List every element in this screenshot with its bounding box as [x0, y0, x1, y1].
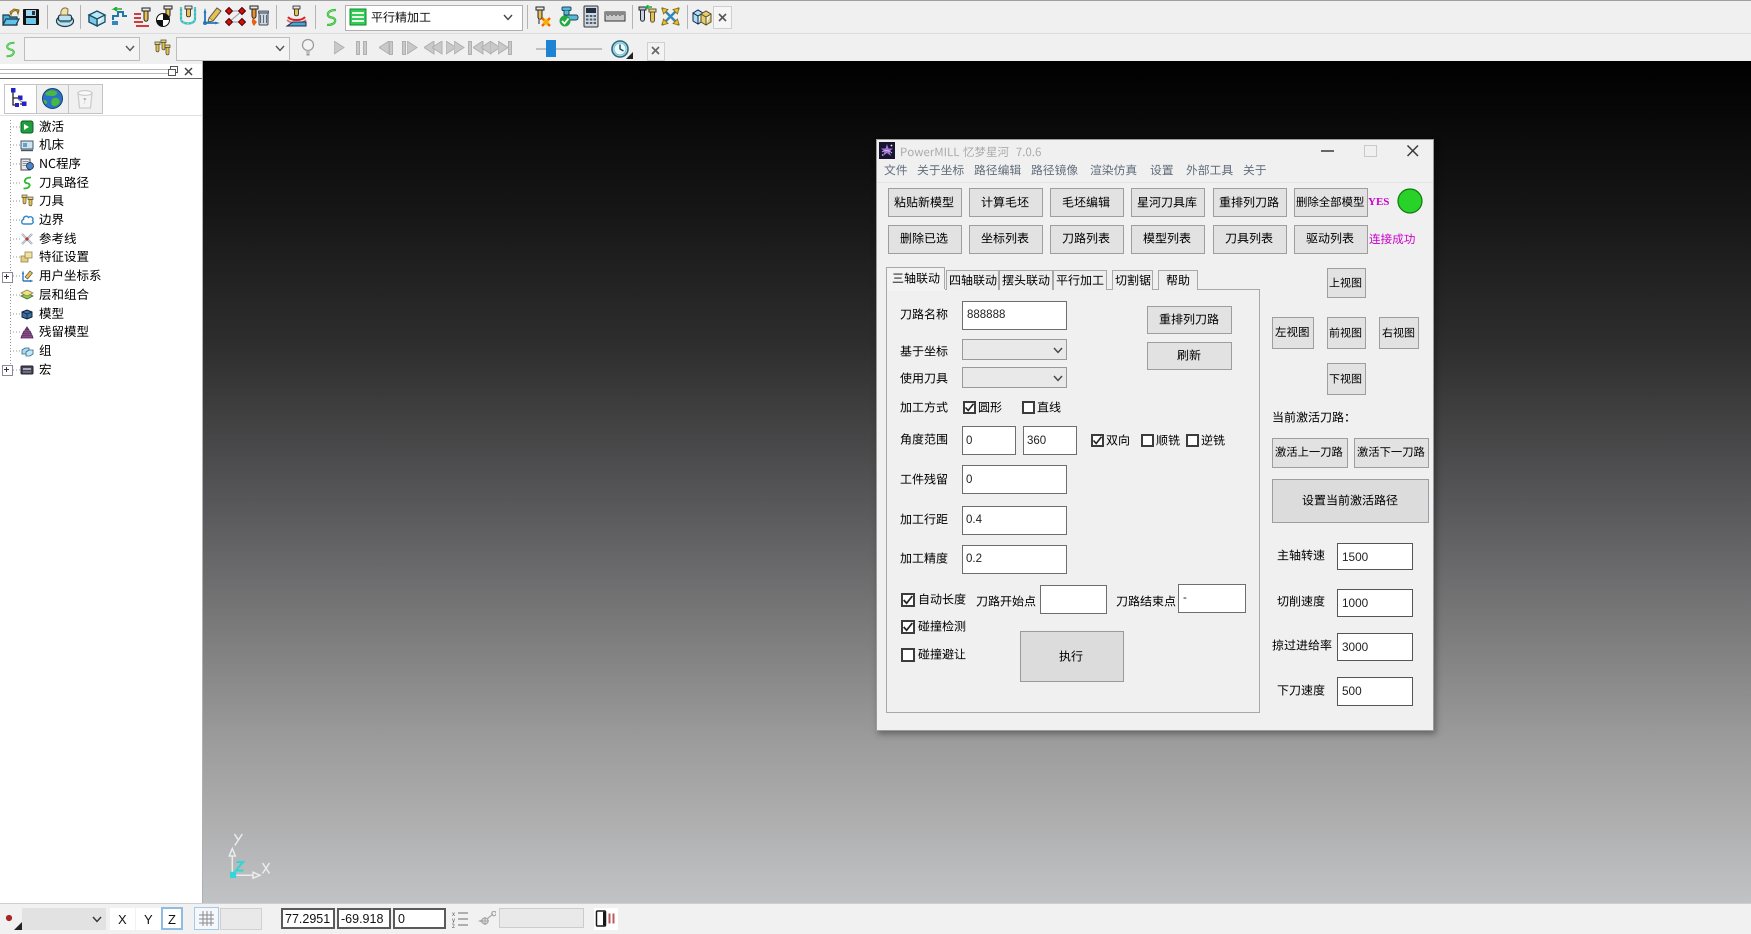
svg-text:z: z — [452, 924, 455, 928]
